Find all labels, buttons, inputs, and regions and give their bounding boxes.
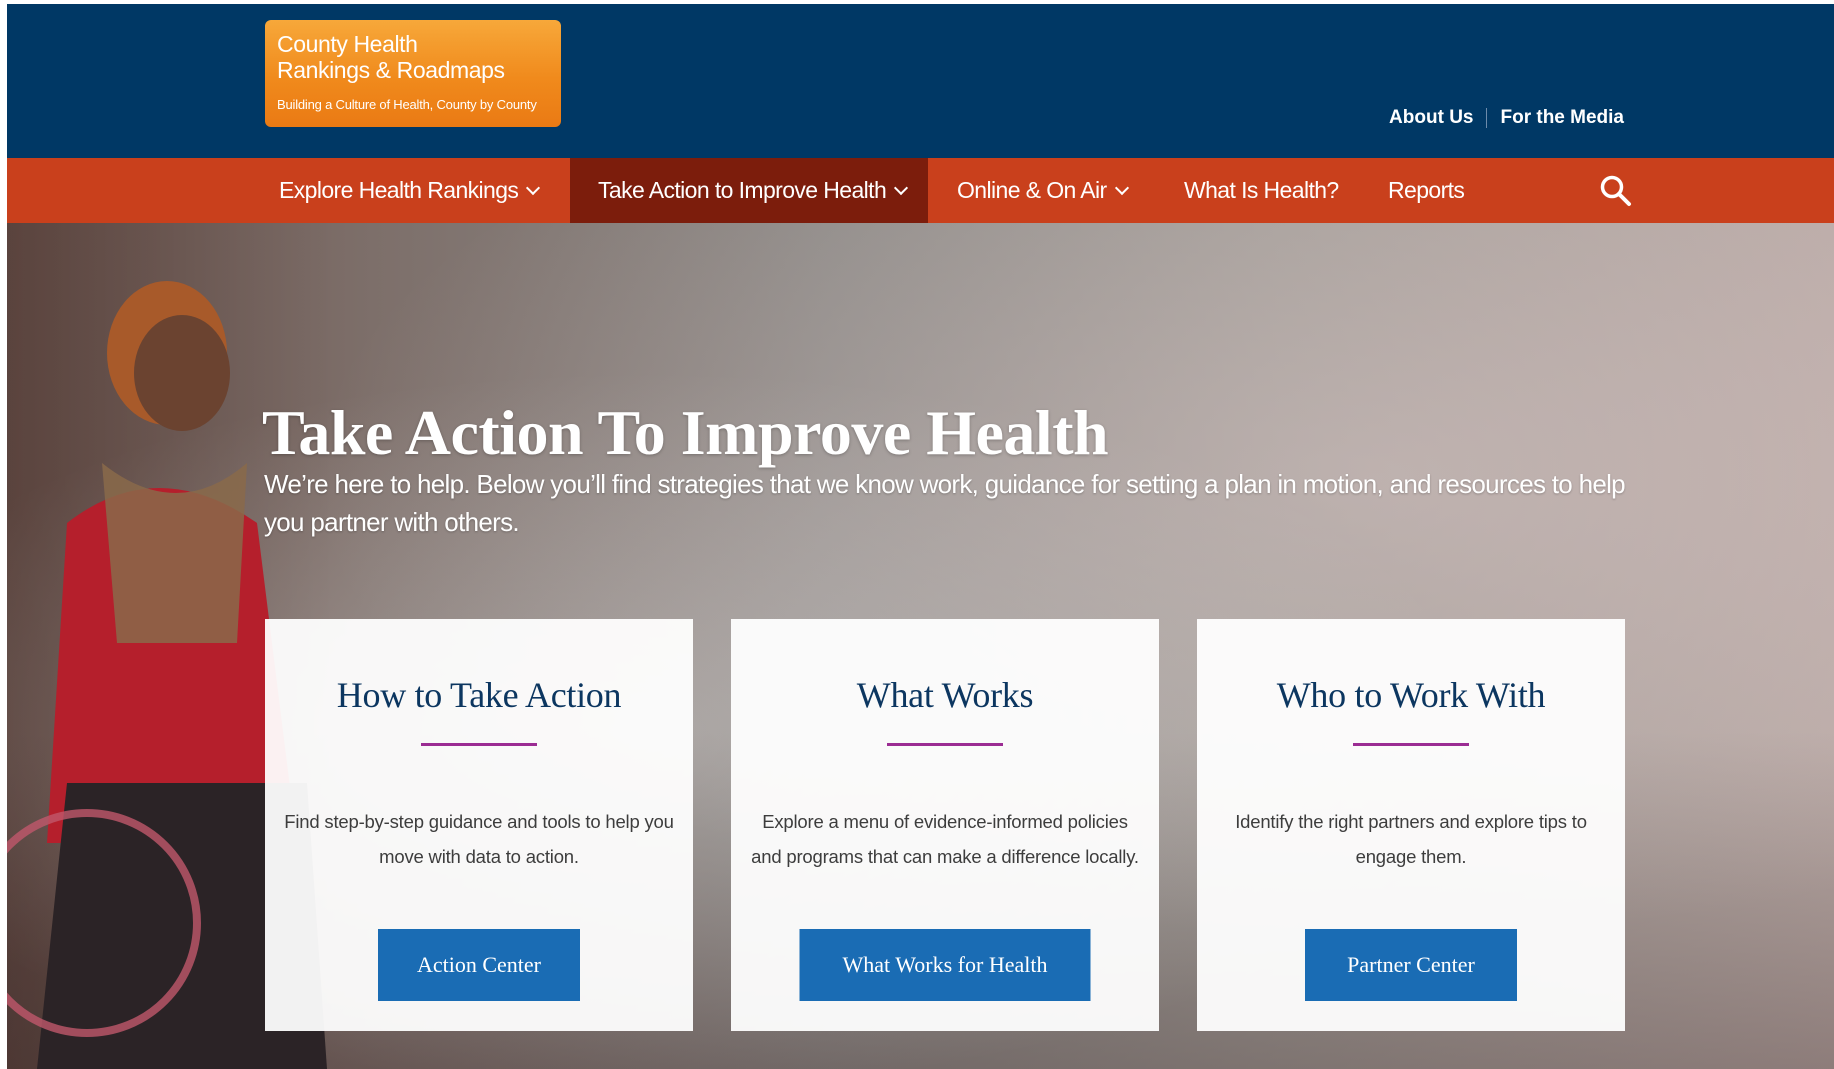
chevron-down-icon xyxy=(894,180,909,195)
nav-label: Online & On Air xyxy=(957,177,1107,203)
utility-nav: About Us For the Media xyxy=(1389,107,1624,129)
logo-line-1: County Health xyxy=(277,31,418,57)
page-title: Take Action To Improve Health xyxy=(262,396,1109,468)
card-text: Find step-by-step guidance and tools to … xyxy=(284,811,674,867)
logo-line-2: Rankings & Roadmaps xyxy=(277,57,505,83)
card-what-works: What Works Explore a menu of evidence-in… xyxy=(731,619,1159,1031)
chevron-down-icon xyxy=(526,180,541,195)
search-icon[interactable] xyxy=(1599,174,1633,208)
hero-subtitle: We’re here to help. Below you’ll find st… xyxy=(264,469,1626,537)
about-us-link[interactable]: About Us xyxy=(1389,107,1473,129)
chevron-down-icon xyxy=(1114,180,1129,195)
card-title: How to Take Action xyxy=(336,675,622,715)
hero-section: Take Action To Improve Health We’re here… xyxy=(7,223,1834,1069)
utility-divider xyxy=(1486,108,1488,128)
partner-center-button[interactable]: Partner Center xyxy=(1305,929,1517,1001)
action-center-button[interactable]: Action Center xyxy=(378,929,580,1001)
site-logo[interactable]: County Health Rankings & Roadmaps Buildi… xyxy=(265,20,561,127)
logo-tagline: Building a Culture of Health, County by … xyxy=(277,97,537,112)
nav-what-is-health[interactable]: What Is Health? xyxy=(1184,158,1339,223)
nav-reports[interactable]: Reports xyxy=(1388,158,1465,223)
nav-label: Explore Health Rankings xyxy=(279,177,519,203)
nav-label: Take Action to Improve Health xyxy=(598,177,887,203)
page: County Health Rankings & Roadmaps Buildi… xyxy=(7,4,1834,1069)
card-who-to-work-with: Who to Work With Identify the right part… xyxy=(1197,619,1625,1031)
card-how-to-take-action: How to Take Action Find step-by-step gui… xyxy=(265,619,693,1031)
site-header: County Health Rankings & Roadmaps Buildi… xyxy=(7,4,1834,158)
card-divider xyxy=(1353,743,1469,746)
for-the-media-link[interactable]: For the Media xyxy=(1500,107,1624,129)
what-works-for-health-button[interactable]: What Works for Health xyxy=(799,929,1091,1001)
card-divider xyxy=(421,743,537,746)
nav-label: What Is Health? xyxy=(1184,177,1339,203)
card-text: Explore a menu of evidence-informed poli… xyxy=(751,811,1139,867)
nav-take-action[interactable]: Take Action to Improve Health xyxy=(570,158,928,223)
card-title: Who to Work With xyxy=(1276,675,1546,715)
nav-explore-health-rankings[interactable]: Explore Health Rankings xyxy=(279,158,541,223)
nav-online-on-air[interactable]: Online & On Air xyxy=(957,158,1129,223)
main-nav: Explore Health Rankings Take Action to I… xyxy=(7,158,1834,223)
card-divider xyxy=(887,743,1003,746)
card-title: What Works xyxy=(856,675,1034,715)
card-text: Identify the right partners and explore … xyxy=(1235,811,1587,867)
nav-label: Reports xyxy=(1388,177,1465,203)
